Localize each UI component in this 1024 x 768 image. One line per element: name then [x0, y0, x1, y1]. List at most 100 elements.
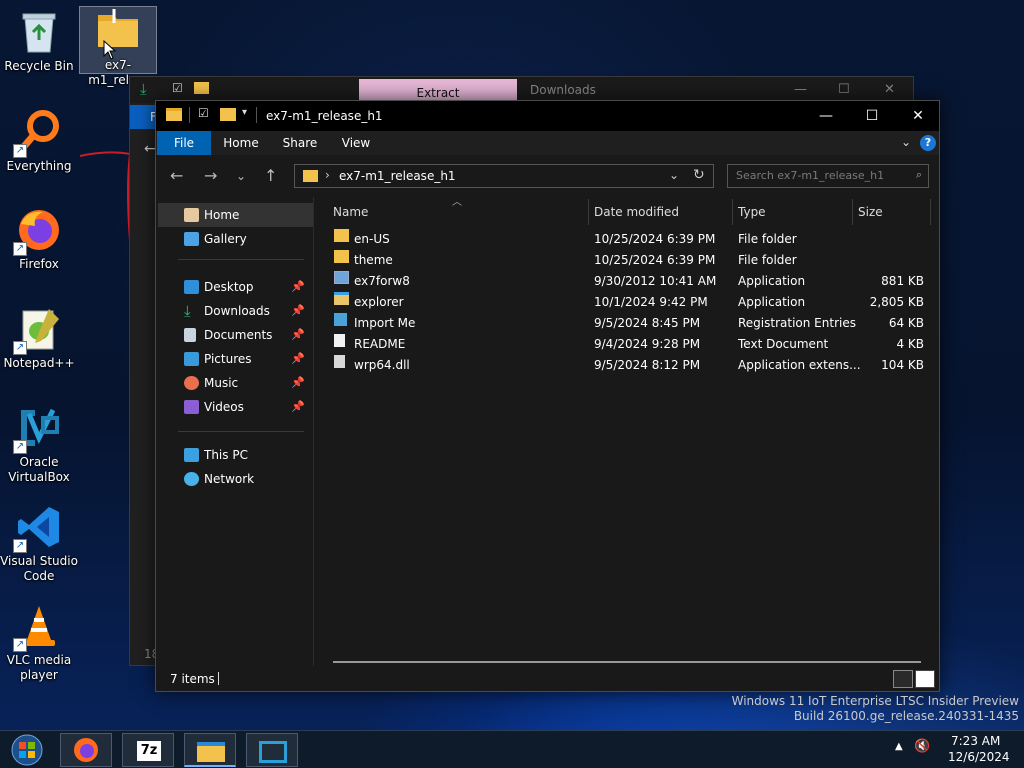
file-type: File folder [738, 253, 797, 267]
sidebar-item-pictures[interactable]: Pictures 📌 [158, 347, 313, 371]
show-hidden-icons-chevron-icon[interactable]: ▲ [895, 741, 903, 752]
desktop-icon-vlc[interactable]: ↗ VLC media player [0, 602, 78, 683]
properties-icon[interactable]: ☑ [198, 106, 209, 120]
large-icons-view-button[interactable] [915, 670, 935, 688]
shortcut-arrow-icon: ↗ [13, 539, 27, 553]
desktop-icon-vscode[interactable]: ↗ Visual Studio Code [0, 503, 78, 584]
column-header-type[interactable]: Type [738, 199, 766, 225]
tab-home[interactable]: Home [218, 131, 264, 155]
pin-icon: 📌 [291, 328, 305, 341]
tab-file[interactable]: File [157, 131, 211, 155]
sidebar-item-network[interactable]: Network [158, 467, 313, 491]
desktop-icon [184, 280, 199, 294]
maximize-button[interactable]: ☐ [838, 82, 850, 97]
minimize-button[interactable]: — [794, 82, 807, 97]
table-row[interactable]: README 9/4/2024 9:28 PM Text Document 4 … [326, 334, 926, 355]
status-item-count: 7 items [170, 672, 215, 686]
sidebar-item-gallery[interactable]: Gallery [158, 227, 313, 251]
details-view-button[interactable] [893, 670, 913, 688]
explorer-app-icon [334, 292, 349, 305]
pin-icon: 📌 [291, 304, 305, 317]
horizontal-scrollbar[interactable] [333, 661, 921, 663]
desktop-icon-firefox[interactable]: ↗ Firefox [0, 206, 78, 272]
network-icon [184, 472, 199, 486]
desktop-icon-everything[interactable]: ↗ Everything [0, 108, 78, 174]
folder-icon [334, 250, 349, 263]
sidebar-item-this-pc[interactable]: This PC [158, 443, 313, 467]
refresh-icon[interactable]: ↻ [693, 167, 705, 183]
sidebar-item-label: Gallery [204, 232, 247, 246]
desktop-icon-virtualbox[interactable]: ↗ Oracle VirtualBox [0, 404, 78, 485]
desktop-icon-notepad-plus-plus[interactable]: ↗ Notepad++ [0, 305, 78, 371]
new-folder-icon[interactable] [220, 108, 236, 121]
recycle-bin-icon [15, 8, 63, 56]
sidebar-item-label: Downloads [204, 304, 270, 318]
table-row[interactable]: Import Me 9/5/2024 8:45 PM Registration … [326, 313, 926, 334]
documents-icon [184, 328, 196, 342]
address-dropdown-chevron-icon[interactable]: ⌄ [669, 168, 679, 182]
tab-share[interactable]: Share [276, 131, 324, 155]
virtualbox-icon: ↗ [13, 404, 63, 454]
column-header-date-modified[interactable]: Date modified [594, 199, 679, 225]
taskbar-7zip[interactable]: 7z [122, 733, 174, 767]
breadcrumb-separator-icon: › [325, 168, 330, 182]
volume-muted-icon[interactable]: 🔇 [914, 739, 930, 754]
file-date: 9/5/2024 8:12 PM [594, 358, 701, 372]
sidebar-item-home[interactable]: Home [158, 203, 313, 227]
clock-date[interactable]: 12/6/2024 [948, 750, 1010, 764]
file-date: 10/1/2024 9:42 PM [594, 295, 708, 309]
tab-file[interactable]: F [130, 105, 157, 129]
clock-time[interactable]: 7:23 AM [951, 734, 1000, 748]
taskbar: 7z ▲ 🔇 7:23 AM 12/6/2024 [0, 730, 1024, 768]
column-header-size[interactable]: Size [858, 199, 883, 225]
help-icon[interactable]: ? [920, 135, 936, 151]
up-arrow-icon[interactable]: ↑ [264, 166, 277, 185]
folder-icon [94, 7, 142, 55]
sidebar-item-videos[interactable]: Videos 📌 [158, 395, 313, 419]
taskbar-file-explorer[interactable] [184, 733, 236, 767]
taskbar-virtualbox[interactable] [246, 733, 298, 767]
table-row[interactable]: explorer 10/1/2024 9:42 PM Application 2… [326, 292, 926, 313]
os-watermark-line1: Windows 11 IoT Enterprise LTSC Insider P… [731, 694, 1019, 708]
sevenzip-icon: 7z [137, 741, 161, 761]
desktop-icon-recycle-bin[interactable]: Recycle Bin [0, 8, 78, 74]
start-button[interactable] [6, 733, 48, 767]
divider [732, 199, 733, 225]
gallery-icon [184, 232, 199, 246]
sidebar-item-music[interactable]: Music 📌 [158, 371, 313, 395]
maximize-button[interactable]: ☐ [849, 101, 895, 131]
os-watermark-line2: Build 26100.ge_release.240331-1435 [793, 709, 1019, 723]
table-row[interactable]: wrp64.dll 9/5/2024 8:12 PM Application e… [326, 355, 926, 376]
table-row[interactable]: theme 10/25/2024 6:39 PM File folder [326, 250, 926, 271]
minimize-button[interactable]: — [803, 101, 849, 131]
quick-access-dropdown-icon[interactable]: ▾ [242, 107, 247, 118]
table-row[interactable]: en-US 10/25/2024 6:39 PM File folder [326, 229, 926, 250]
file-name: theme [354, 253, 393, 267]
forward-arrow-icon[interactable]: → [204, 166, 217, 185]
sidebar-item-downloads[interactable]: ⤓ Downloads 📌 [158, 299, 313, 323]
file-type: Registration Entries [738, 316, 856, 330]
address-bar[interactable]: › ex7-m1_release_h1 ⌄ ↻ [294, 164, 714, 188]
this-pc-icon [184, 448, 199, 462]
close-button[interactable]: ✕ [895, 101, 941, 131]
column-header-name[interactable]: Name [333, 199, 368, 225]
desktop-icon-ex7-folder[interactable]: ex7-m1_rele... [79, 6, 157, 87]
file-type: File folder [738, 232, 797, 246]
sidebar-item-label: Documents [204, 328, 273, 342]
table-row[interactable]: ex7forw8 9/30/2012 10:41 AM Application … [326, 271, 926, 292]
titlebar[interactable]: ☑ ▾ ex7-m1_release_h1 — ☐ ✕ [156, 101, 939, 131]
sidebar-item-documents[interactable]: Documents 📌 [158, 323, 313, 347]
close-button[interactable]: ✕ [884, 82, 895, 97]
back-arrow-icon[interactable]: ← [170, 166, 183, 185]
search-input[interactable]: Search ex7-m1_release_h1 ⌕ [727, 164, 929, 188]
folder-icon [194, 82, 209, 94]
file-explorer-window[interactable]: ☑ ▾ ex7-m1_release_h1 — ☐ ✕ File Home Sh… [155, 100, 940, 692]
firefox-icon: ↗ [13, 206, 63, 256]
breadcrumb[interactable]: ex7-m1_release_h1 [339, 169, 456, 183]
tab-view[interactable]: View [334, 131, 378, 155]
registry-icon [334, 313, 347, 326]
recent-locations-chevron-icon[interactable]: ⌄ [236, 169, 246, 183]
sidebar-item-desktop[interactable]: Desktop 📌 [158, 275, 313, 299]
taskbar-firefox[interactable] [60, 733, 112, 767]
expand-ribbon-chevron-icon[interactable]: ⌄ [901, 135, 911, 149]
